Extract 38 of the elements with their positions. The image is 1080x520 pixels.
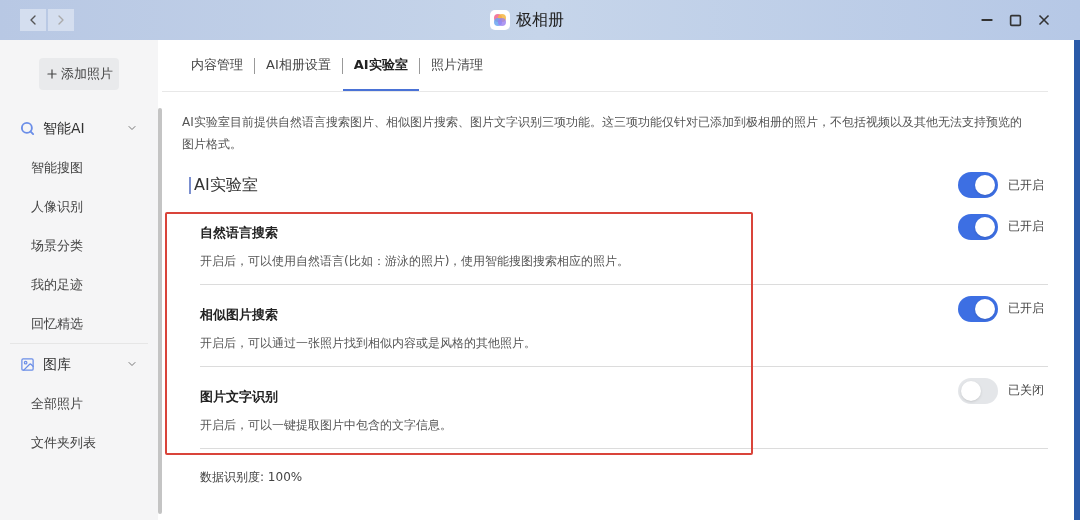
sidebar-item[interactable]: 全部照片 bbox=[10, 384, 148, 423]
app-logo-icon bbox=[489, 10, 510, 30]
toggle-switch[interactable] bbox=[958, 378, 998, 404]
sidebar-item[interactable]: 场景分类 bbox=[0, 226, 158, 265]
feature-title: 图片文字识别 bbox=[200, 388, 279, 406]
toggle-switch[interactable] bbox=[958, 214, 998, 240]
tab[interactable]: 内容管理 bbox=[180, 41, 254, 91]
search-icon bbox=[20, 120, 35, 136]
feature-title: 相似图片搜索 bbox=[200, 306, 279, 324]
sidebar-group-header[interactable]: 智能AI bbox=[0, 108, 158, 148]
feature-description: 开启后，可以使用自然语言(比如：游泳的照片)，使用智能搜图搜索相应的照片。 bbox=[200, 252, 631, 270]
toggle-status: 已开启 bbox=[1008, 300, 1045, 317]
toggle-status: 已开启 bbox=[1008, 218, 1045, 235]
section-title: AI实验室 bbox=[194, 174, 259, 196]
feature-title: 自然语言搜索 bbox=[200, 224, 279, 242]
sidebar-item[interactable]: 文件夹列表 bbox=[10, 423, 148, 462]
image-icon bbox=[20, 356, 35, 372]
intro-text: AI实验室目前提供自然语言搜索图片、相似图片搜索、图片文字识别三项功能。这三项功能仅针对已添加到极相册的照片，不包括视频以及其他无法支持预览的图片格式。 bbox=[181, 114, 1023, 153]
window-title: 极相册 bbox=[515, 9, 564, 31]
sidebar-item[interactable]: 我的足迹 bbox=[0, 265, 158, 304]
feature-description: 开启后，可以通过一张照片找到相似内容或是风格的其他照片。 bbox=[200, 334, 537, 352]
maximize-icon[interactable] bbox=[1009, 13, 1022, 27]
toggle-switch[interactable] bbox=[958, 172, 998, 198]
sidebar-group-header[interactable]: 图库 bbox=[10, 344, 148, 384]
feature-description: 开启后，可以一键提取图片中包含的文字信息。 bbox=[200, 416, 453, 434]
tab[interactable]: AI实验室 bbox=[342, 41, 419, 91]
sidebar-item[interactable]: 智能搜图 bbox=[0, 148, 158, 187]
plus-icon bbox=[45, 67, 59, 81]
tab[interactable]: AI相册设置 bbox=[255, 41, 342, 91]
close-icon[interactable] bbox=[1036, 12, 1052, 28]
sidebar-item[interactable]: 人像识别 bbox=[0, 187, 158, 226]
add-photo-button[interactable]: 添加照片 bbox=[39, 58, 119, 90]
sidebar-item[interactable]: 回忆精选 bbox=[0, 304, 158, 343]
toggle-status: 已开启 bbox=[1008, 177, 1045, 194]
toggle-switch[interactable] bbox=[958, 296, 998, 322]
tab[interactable]: 照片清理 bbox=[419, 41, 494, 91]
accuracy-text: 数据识别度: 100% bbox=[200, 469, 304, 486]
toggle-status: 已关闭 bbox=[1008, 382, 1045, 399]
